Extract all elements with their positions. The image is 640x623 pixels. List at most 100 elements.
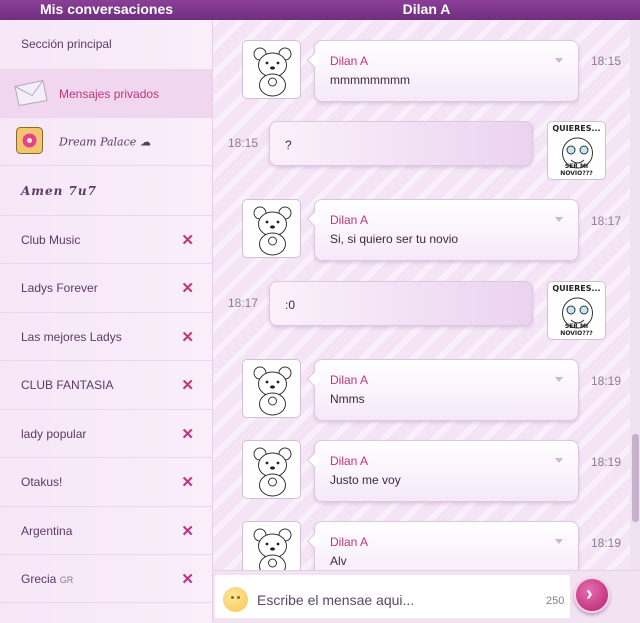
- avatar[interactable]: [242, 359, 301, 418]
- bear-avatar-icon: [253, 47, 292, 97]
- sidebar-item-label: Ladys Forever: [21, 281, 98, 295]
- meme-caption-top: QUIERES...: [552, 124, 601, 133]
- message-text: Justo me voy: [330, 473, 401, 487]
- sidebar-item-label: Grecia: [21, 571, 57, 586]
- sidebar-item-las-mejores-ladys[interactable]: Las mejores Ladys ✕: [0, 313, 212, 361]
- sender-name: Dilan A: [330, 54, 369, 68]
- chat-area[interactable]: Dilan A mmmmmmmm 18:15 18:15 ? QUIERES..…: [213, 20, 640, 570]
- top-header: Mis conversaciones Dilan A: [0, 0, 640, 20]
- composer-bar: Escribe el mensae aqui... 250 ›: [213, 570, 640, 623]
- avatar[interactable]: [242, 199, 301, 258]
- sidebar-item-label: lady popular: [21, 426, 87, 441]
- send-button[interactable]: ›: [574, 577, 610, 613]
- avatar[interactable]: [242, 521, 301, 570]
- sender-name: Dilan A: [330, 373, 369, 387]
- message-bubble[interactable]: Dilan A Si, si quiero ser tu novio: [306, 199, 579, 261]
- meme-caption-bottom: SER MI NOVIO???: [560, 323, 593, 337]
- bubble-notch: [306, 371, 322, 387]
- envelope-icon: [13, 78, 49, 109]
- close-icon[interactable]: ✕: [181, 570, 194, 588]
- message-bubble[interactable]: :0: [269, 281, 533, 326]
- sidebar-item-label: Otakus!: [21, 475, 63, 489]
- sidebar-item-label: Argentina: [21, 523, 73, 538]
- close-icon[interactable]: ✕: [181, 328, 194, 346]
- message-bubble[interactable]: Dilan A Alv: [306, 521, 579, 570]
- message-time: 18:15: [228, 136, 259, 150]
- chevron-down-icon[interactable]: [555, 58, 563, 63]
- bear-avatar-icon: [253, 447, 292, 497]
- emoji-icon[interactable]: [223, 587, 248, 612]
- message-text: ?: [285, 138, 292, 152]
- bubble-notch: [306, 211, 322, 227]
- conversation-sidebar: Sección principal Mensajes privados Drea…: [0, 20, 213, 623]
- sidebar-item-main[interactable]: Sección principal: [0, 20, 212, 70]
- sidebar-item-label: Las mejores Ladys: [21, 329, 122, 344]
- sidebar-item-label: Club Music: [21, 232, 81, 247]
- avatar[interactable]: [242, 40, 301, 99]
- close-icon[interactable]: ✕: [181, 279, 194, 297]
- avatar[interactable]: [242, 440, 301, 499]
- message-time: 18:19: [591, 374, 622, 388]
- message-bubble[interactable]: ?: [269, 121, 533, 166]
- close-icon[interactable]: ✕: [181, 473, 194, 491]
- message-time: 18:19: [591, 455, 622, 469]
- sidebar-item-lady-popular[interactable]: lady popular ✕: [0, 410, 212, 458]
- sidebar-item-label-wrap: Grecia GR: [21, 572, 73, 586]
- message-placeholder: Escribe el mensae aqui...: [257, 592, 415, 608]
- bubble-notch: [306, 452, 322, 468]
- sidebar-item-grecia[interactable]: Grecia GR ✕: [0, 555, 212, 603]
- chat-partner-title: Dilan A: [402, 1, 451, 17]
- chevron-down-icon[interactable]: [555, 377, 563, 382]
- message-bubble[interactable]: Dilan A mmmmmmmm: [306, 40, 579, 102]
- message-bubble[interactable]: Dilan A Nmms: [306, 359, 579, 421]
- sender-name: Dilan A: [330, 454, 369, 468]
- close-icon[interactable]: ✕: [181, 376, 194, 394]
- sidebar-item-argentina[interactable]: Argentina ✕: [0, 507, 212, 555]
- chevron-down-icon[interactable]: [555, 217, 563, 222]
- message-time: 18:17: [591, 214, 622, 228]
- bubble-notch: [306, 533, 322, 549]
- sender-name: Dilan A: [330, 535, 369, 549]
- sidebar-item-label: Mensajes privados: [59, 86, 160, 101]
- avatar[interactable]: QUIERES... SER MI NOVIO???: [547, 121, 606, 180]
- bear-avatar-icon: [253, 206, 292, 256]
- char-counter: 250: [546, 595, 565, 607]
- message-time: 18:19: [591, 536, 622, 550]
- message-text: Nmms: [330, 392, 365, 406]
- chevron-down-icon[interactable]: [555, 539, 563, 544]
- sidebar-item-dream-palace[interactable]: Dream Palace ☁: [0, 118, 212, 166]
- bear-avatar-icon: [253, 528, 292, 570]
- sidebar-item-club-music[interactable]: Club Music ✕: [0, 216, 212, 264]
- chevron-down-icon[interactable]: [555, 458, 563, 463]
- message-text: Alv: [330, 554, 347, 568]
- message-input[interactable]: Escribe el mensae aqui... 250: [215, 575, 570, 618]
- sidebar-item-label: Sección principal: [21, 37, 112, 51]
- bubble-notch: [306, 52, 322, 68]
- close-icon[interactable]: ✕: [181, 231, 194, 249]
- sidebar-item-suffix: GR: [59, 574, 74, 585]
- scrollbar-thumb[interactable]: [632, 434, 639, 522]
- close-icon[interactable]: ✕: [181, 425, 194, 443]
- message-time: 18:15: [591, 54, 622, 68]
- message-time: 18:17: [228, 296, 259, 310]
- sidebar-item-amen[interactable]: Amen 7u7: [0, 166, 212, 216]
- sidebar-item-private-messages[interactable]: Mensajes privados: [0, 70, 212, 118]
- chevron-right-icon: ›: [586, 583, 593, 605]
- bear-avatar-icon: [253, 366, 292, 416]
- message-text: mmmmmmmm: [330, 73, 410, 87]
- message-text: :0: [285, 298, 296, 312]
- message-text: Si, si quiero ser tu novio: [330, 232, 459, 246]
- sidebar-item-ladys-forever[interactable]: Ladys Forever ✕: [0, 264, 212, 313]
- meme-caption-bottom: SER MI NOVIO???: [560, 163, 593, 177]
- sidebar-item-label: Dream Palace ☁: [59, 135, 151, 148]
- avatar[interactable]: QUIERES... SER MI NOVIO???: [547, 281, 606, 340]
- scrollbar[interactable]: [630, 20, 640, 570]
- sidebar-item-label: CLUB FANTASIA: [21, 378, 114, 392]
- sidebar-item-label: Amen 7u7: [21, 183, 97, 198]
- sidebar-item-club-fantasia[interactable]: CLUB FANTASIA ✕: [0, 361, 212, 410]
- message-bubble[interactable]: Dilan A Justo me voy: [306, 440, 579, 502]
- sidebar-item-otakus[interactable]: Otakus! ✕: [0, 458, 212, 507]
- close-icon[interactable]: ✕: [181, 522, 194, 540]
- sender-name: Dilan A: [330, 213, 369, 227]
- flower-icon: [16, 126, 43, 157]
